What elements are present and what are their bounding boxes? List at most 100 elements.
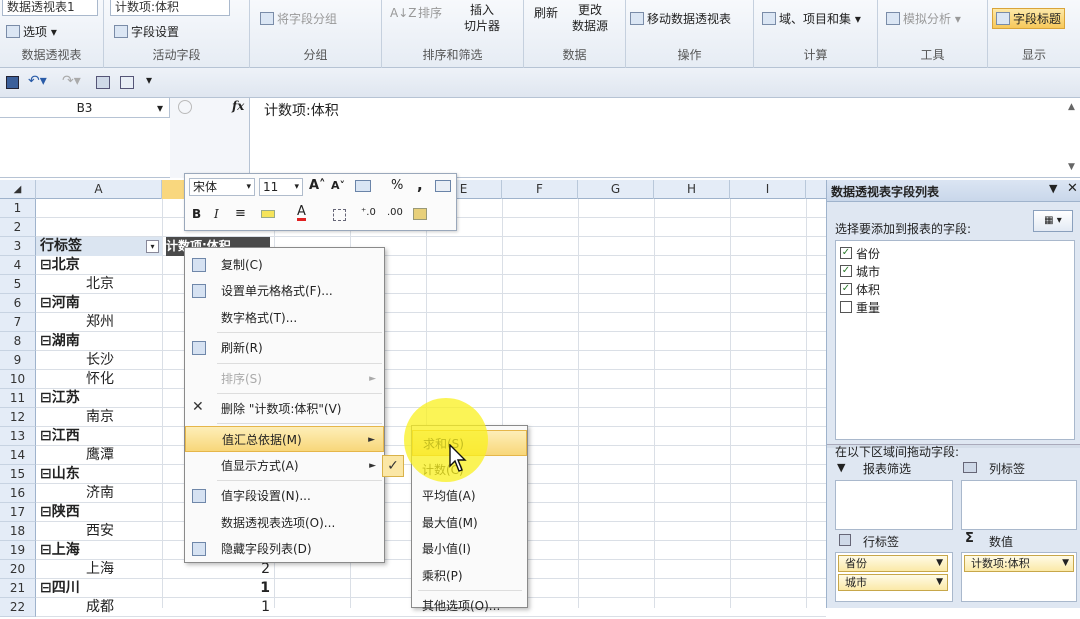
row-header[interactable]: 5 (0, 275, 36, 294)
context-menu-item[interactable]: 数字格式(T)... (185, 305, 384, 331)
row-label-cell[interactable]: 怀化 (86, 370, 114, 389)
column-labels-area[interactable] (961, 480, 1077, 530)
redo-icon[interactable]: ↷▾ (62, 73, 81, 89)
context-menu-item[interactable]: 设置单元格格式(F)... (185, 278, 384, 304)
value-cell[interactable]: 1 (166, 579, 270, 598)
row-header[interactable]: 10 (0, 370, 36, 389)
row-header[interactable]: 15 (0, 465, 36, 484)
row-label-cell[interactable]: 鹰潭 (86, 446, 114, 465)
row-header[interactable]: 17 (0, 503, 36, 522)
row-label-cell[interactable]: 南京 (86, 408, 114, 427)
row-label-cell[interactable]: ⊟上海 (40, 541, 80, 560)
row-header[interactable]: 21 (0, 579, 36, 598)
font-size-select[interactable]: 11 ▾ (259, 178, 303, 196)
submenu-item[interactable]: 其他选项(O)... (412, 593, 527, 619)
options-button[interactable]: 选项 ▾ (6, 23, 57, 40)
row-header[interactable]: 3 (0, 237, 36, 256)
field-checkbox[interactable]: ✓ (840, 265, 852, 277)
row-label-cell[interactable]: ⊟河南 (40, 294, 80, 313)
submenu-item[interactable]: 乘积(P) (412, 563, 527, 589)
percent-style-button[interactable]: % (391, 178, 403, 193)
name-box-dropdown-icon[interactable]: ▾ (157, 98, 163, 118)
row-label-cell[interactable]: ⊟北京 (40, 256, 80, 275)
row-header[interactable]: 14 (0, 446, 36, 465)
shrink-font-icon[interactable]: A˅ (331, 179, 345, 192)
row-header[interactable]: 8 (0, 332, 36, 351)
row-labels-header[interactable]: 行标签 (40, 237, 82, 256)
report-filter-area[interactable] (835, 480, 953, 530)
submenu-item[interactable]: 平均值(A) (412, 483, 527, 509)
font-color-icon[interactable]: A (297, 205, 306, 221)
group-field-button[interactable]: 将字段分组 (260, 10, 337, 27)
context-menu-item[interactable]: 值显示方式(A) ► (185, 453, 384, 479)
context-menu-item[interactable]: 复制(C) (185, 252, 384, 278)
print-preview-icon[interactable] (96, 76, 110, 89)
row-label-cell[interactable]: 郑州 (86, 313, 114, 332)
row-label-cell[interactable]: 长沙 (86, 351, 114, 370)
column-header-i[interactable]: I (730, 180, 806, 199)
pane-menu-icon[interactable]: ▼ (1049, 182, 1057, 195)
row-label-cell[interactable]: ⊟陕西 (40, 503, 80, 522)
sort-button[interactable]: 排序 (418, 4, 442, 21)
pivot-name-input[interactable]: 数据透视表1 (2, 0, 98, 16)
accounting-format-icon[interactable] (355, 180, 371, 192)
italic-icon[interactable]: I (214, 207, 219, 221)
row-header[interactable]: 12 (0, 408, 36, 427)
align-center-icon[interactable]: ≡ (235, 206, 246, 221)
row-header[interactable]: 19 (0, 541, 36, 560)
row-header[interactable]: 7 (0, 313, 36, 332)
chip-dropdown-icon[interactable]: ▼ (1062, 556, 1069, 571)
chip-dropdown-icon[interactable]: ▼ (936, 556, 943, 571)
row-header[interactable]: 4 (0, 256, 36, 275)
field-checkbox[interactable]: ✓ (840, 247, 852, 259)
undo-icon[interactable]: ↶▾ (28, 73, 47, 89)
decrease-decimal-icon[interactable]: .00 (387, 207, 403, 218)
row-header[interactable]: 1 (0, 199, 36, 218)
column-header-h[interactable]: H (654, 180, 730, 199)
refresh-button[interactable]: 刷新 (534, 4, 558, 21)
row-header[interactable]: 9 (0, 351, 36, 370)
customize-qat-icon[interactable]: ▾ (146, 73, 152, 87)
row-label-cell[interactable]: ⊟江苏 (40, 389, 80, 408)
row-label-cell[interactable]: 北京 (86, 275, 114, 294)
row-label-cell[interactable]: 上海 (86, 560, 114, 579)
chip-dropdown-icon[interactable]: ▼ (936, 575, 943, 590)
context-menu-item[interactable]: 刷新(R) (185, 335, 384, 361)
borders-icon[interactable] (333, 209, 346, 221)
row-label-cell[interactable]: ⊟山东 (40, 465, 80, 484)
formula-scroll-up-icon[interactable]: ▲ (1068, 102, 1075, 112)
whatif-button[interactable]: 模拟分析 ▾ (886, 10, 961, 27)
eraser-icon[interactable] (413, 208, 427, 220)
column-header-a[interactable]: A (36, 180, 162, 199)
context-menu-item[interactable]: 隐藏字段列表(D) (185, 536, 384, 562)
row-labels-area[interactable]: 省份 ▼ 城市 ▼ (835, 552, 953, 602)
field-settings-button[interactable]: 字段设置 (114, 23, 179, 40)
values-area[interactable]: 计数项:体积 ▼ (961, 552, 1077, 602)
submenu-item[interactable]: 最小值(I) (412, 536, 527, 562)
insert-slicer-button[interactable]: 插入 切片器 (464, 2, 500, 34)
submenu-item[interactable]: 最大值(M) (412, 510, 527, 536)
context-menu-item[interactable]: 值字段设置(N)... (185, 483, 384, 509)
row-chip-city[interactable]: 城市 ▼ (838, 574, 948, 591)
layout-button[interactable]: ▦ ▾ (1033, 210, 1073, 232)
row-header[interactable]: 13 (0, 427, 36, 446)
row-header[interactable]: 18 (0, 522, 36, 541)
change-source-button[interactable]: 更改 数据源 (572, 2, 608, 34)
form-icon[interactable] (120, 76, 134, 89)
submenu-item[interactable]: 计数(C) (412, 457, 527, 483)
row-label-cell[interactable]: 西安 (86, 522, 114, 541)
grow-font-icon[interactable]: A˄ (309, 178, 326, 193)
fill-color-icon[interactable] (261, 210, 275, 218)
formula-scroll-down-icon[interactable]: ▼ (1068, 162, 1075, 172)
column-header-g[interactable]: G (578, 180, 654, 199)
row-header[interactable]: 16 (0, 484, 36, 503)
sort-az-button[interactable]: A↓Z (390, 6, 416, 20)
pane-close-icon[interactable]: ✕ (1067, 181, 1078, 196)
value-chip-volume[interactable]: 计数项:体积 ▼ (964, 555, 1074, 572)
context-menu-item[interactable]: 数据透视表选项(O)... (185, 510, 384, 536)
save-icon[interactable] (6, 76, 19, 89)
row-header[interactable]: 2 (0, 218, 36, 237)
name-box[interactable]: B3 ▾ (0, 98, 170, 118)
row-header[interactable]: 6 (0, 294, 36, 313)
bold-icon[interactable]: B (192, 207, 201, 221)
